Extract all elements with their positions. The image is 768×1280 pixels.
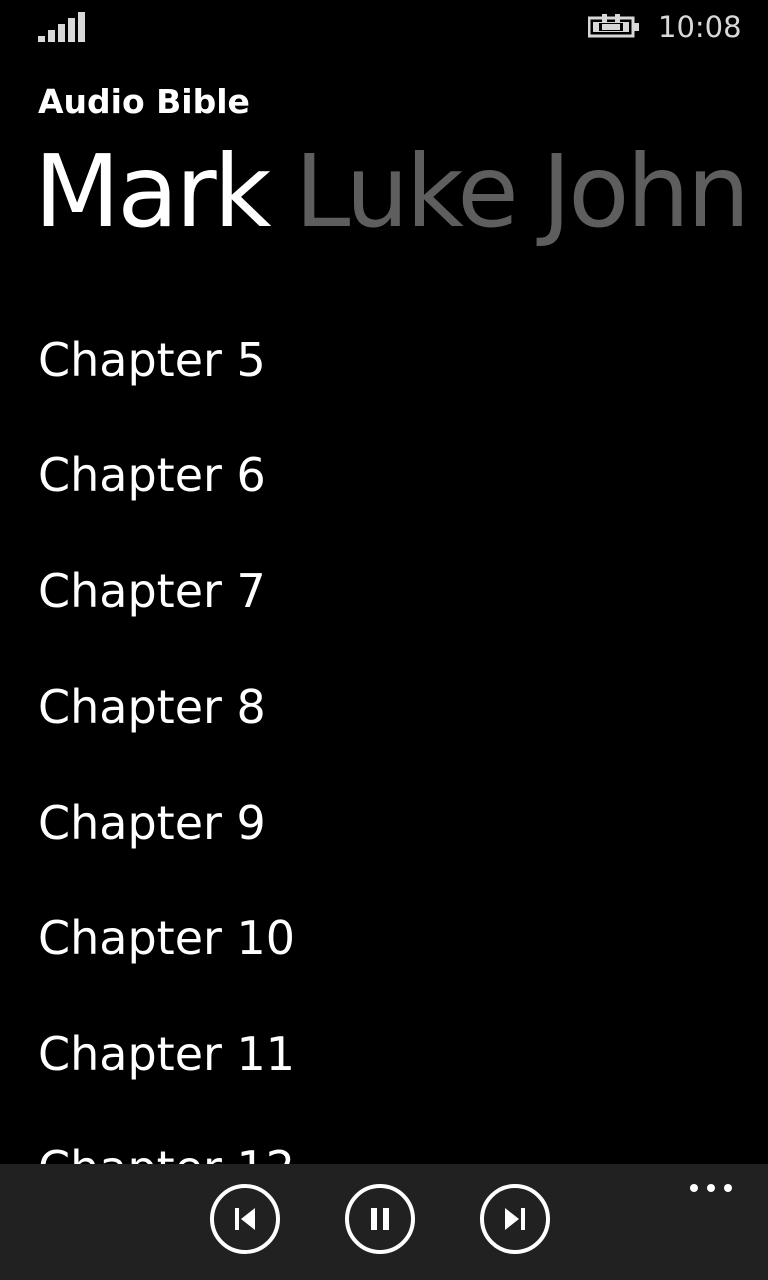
previous-button[interactable] (210, 1184, 280, 1254)
battery-charging-icon (587, 14, 640, 40)
chapter-item-5[interactable]: Chapter 5 (38, 328, 266, 392)
status-bar: 10:08 (0, 0, 768, 56)
skip-next-icon (505, 1208, 525, 1230)
signal-strength-icon (38, 12, 86, 42)
chapter-item-10[interactable]: Chapter 10 (38, 906, 295, 970)
chapter-item-6[interactable]: Chapter 6 (38, 443, 266, 507)
chapter-list: Chapter 5 Chapter 6 Chapter 7 Chapter 8 … (0, 300, 768, 1164)
more-options-icon[interactable] (686, 1180, 736, 1200)
next-button[interactable] (480, 1184, 550, 1254)
chapter-item-8[interactable]: Chapter 8 (38, 675, 266, 739)
pivot-item-mark[interactable]: Mark (34, 132, 272, 252)
status-clock: 10:08 (658, 10, 742, 44)
chapter-item-9[interactable]: Chapter 9 (38, 791, 266, 855)
pivot-item-john[interactable]: John (542, 132, 750, 252)
pivot-item-luke[interactable]: Luke (295, 132, 519, 252)
chapter-item-7[interactable]: Chapter 7 (38, 559, 266, 623)
pivot-header: Mark Luke John (34, 132, 768, 252)
app-title: Audio Bible (38, 82, 250, 121)
app-bar (0, 1164, 768, 1280)
skip-previous-icon (235, 1208, 255, 1230)
pause-icon (371, 1208, 389, 1230)
pause-button[interactable] (345, 1184, 415, 1254)
chapter-item-12[interactable]: Chapter 12 (38, 1136, 295, 1164)
chapter-item-11[interactable]: Chapter 11 (38, 1022, 295, 1086)
